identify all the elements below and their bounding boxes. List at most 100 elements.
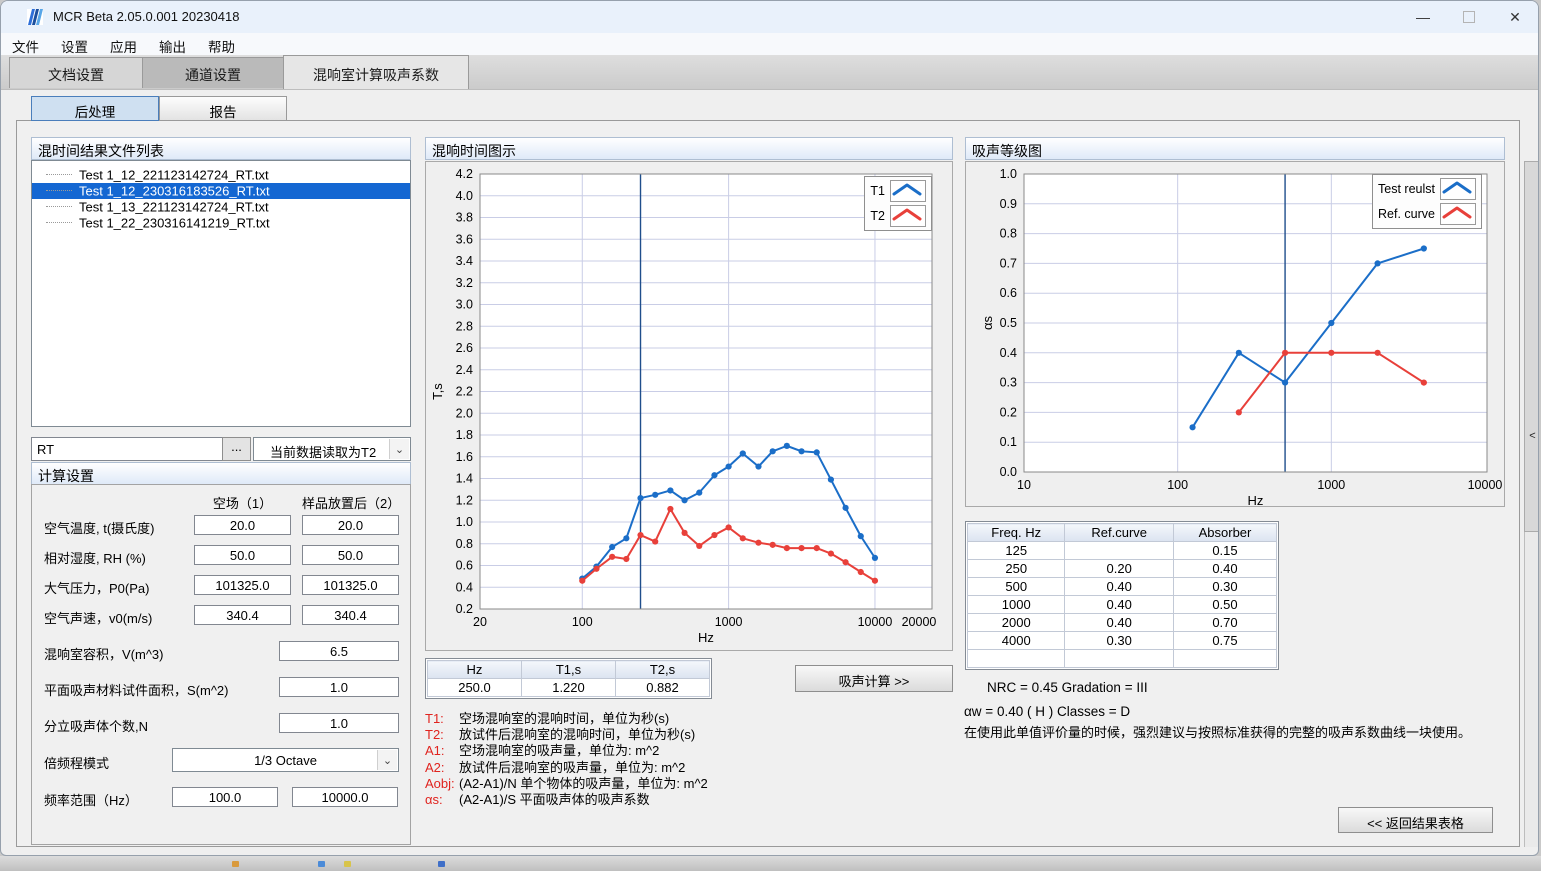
table-cell: 0.40 — [1065, 578, 1174, 596]
calc-row-label: 空气声速，v0(m/s) — [44, 608, 152, 627]
rt-chart-area[interactable]: 0.20.40.60.81.01.21.41.61.82.02.22.42.62… — [425, 161, 953, 651]
note-text: (A2-A1)/S 平面吸声体的吸声系数 — [459, 792, 650, 807]
maximize-button[interactable] — [1446, 1, 1492, 33]
menu-item-1[interactable]: 文件 — [1, 33, 50, 56]
calc-row: 空气温度, t(摄氏度) — [32, 515, 410, 535]
note-line: T1:空场混响室的混响时间，单位为秒(s) — [425, 711, 755, 727]
calc-input-with-sample[interactable] — [302, 575, 399, 595]
calc-input-field[interactable] — [279, 677, 399, 697]
octave-mode-combobox[interactable]: 1/3 Octave ⌄ — [172, 748, 399, 772]
absorption-chart-panel-title: 吸声等级图 — [965, 137, 1505, 160]
note-text: 放试件后混响室的吸声量，单位为: m^2 — [459, 760, 685, 775]
menu-item-2[interactable]: 设置 — [50, 33, 99, 56]
side-strip — [1524, 532, 1539, 847]
calc-input-field[interactable] — [279, 713, 399, 733]
calc-row-label: 相对湿度, RH (%) — [44, 548, 146, 567]
maximize-icon — [1463, 11, 1475, 23]
tab-1[interactable]: 文档设置 — [9, 57, 143, 88]
menu-item-3[interactable]: 应用 — [99, 33, 148, 56]
minimize-button[interactable]: — — [1400, 1, 1446, 33]
rt-result-file-list[interactable]: Test 1_12_221123142724_RT.txtTest 1_12_2… — [31, 160, 411, 427]
calc-row: 大气压力，P0(Pa) — [32, 575, 410, 595]
svg-text:0.4: 0.4 — [456, 580, 473, 594]
nrc-result-text: NRC = 0.45 Gradation = III — [987, 680, 1148, 695]
absorption-calc-button[interactable]: 吸声计算 >> — [795, 665, 953, 692]
list-item[interactable]: Test 1_22_230316141219_RT.txt — [32, 215, 410, 231]
table-cell — [1065, 650, 1174, 668]
legend-curve-icon — [890, 180, 926, 202]
table-cell: 0.30 — [1065, 632, 1174, 650]
freq-min-input[interactable] — [172, 787, 278, 807]
table-row: 250.01.2200.882 — [428, 679, 710, 697]
close-button[interactable]: ✕ — [1492, 1, 1538, 33]
octave-mode-label: 倍频程模式 — [44, 753, 109, 772]
column-header: T2,s — [616, 661, 710, 679]
svg-text:1.8: 1.8 — [456, 428, 473, 442]
freq-max-input[interactable] — [292, 787, 398, 807]
file-name: Test 1_12_230316183526_RT.txt — [79, 184, 270, 199]
taskbar-icon — [344, 861, 351, 867]
table-cell — [1173, 650, 1276, 668]
menu-item-5[interactable]: 帮助 — [197, 33, 246, 56]
tab-3[interactable]: 混响室计算吸声系数 — [283, 55, 469, 89]
svg-text:1.0: 1.0 — [1000, 167, 1017, 181]
subtab-2[interactable]: 报告 — [159, 96, 287, 121]
svg-text:0.9: 0.9 — [1000, 197, 1017, 211]
tab-2[interactable]: 通道设置 — [142, 57, 284, 88]
calc-input-with-sample[interactable] — [302, 605, 399, 625]
calc-row: 分立吸声体个数,N — [32, 713, 410, 733]
list-item[interactable]: Test 1_13_221123142724_RT.txt — [32, 199, 410, 215]
calc-input-empty-room[interactable] — [194, 515, 291, 535]
calc-row-label: 平面吸声材料试件面积，S(m^2) — [44, 680, 229, 699]
calc-input-with-sample[interactable] — [302, 545, 399, 565]
note-key: αs: — [425, 792, 455, 808]
table-cell: 1.220 — [522, 679, 616, 697]
legend-curve-icon — [1440, 178, 1476, 200]
data-read-combobox[interactable]: 当前数据读取为T2 ⌄ — [253, 437, 411, 461]
svg-text:0.1: 0.1 — [1000, 435, 1017, 449]
svg-text:20: 20 — [473, 615, 487, 629]
calc-input-empty-room[interactable] — [194, 545, 291, 565]
svg-text:100: 100 — [572, 615, 593, 629]
table-row: 20000.400.70 — [968, 614, 1277, 632]
absorption-chart-area[interactable]: 0.00.10.20.30.40.50.60.70.80.91.01010010… — [965, 161, 1505, 507]
calc-input-empty-room[interactable] — [194, 575, 291, 595]
svg-text:0.8: 0.8 — [456, 537, 473, 551]
list-item[interactable]: Test 1_12_230316183526_RT.txt — [32, 183, 410, 199]
freq-range-label: 频率范围（Hz） — [44, 790, 138, 809]
legend-item: Ref. curve — [1378, 203, 1476, 225]
rt-name-input[interactable] — [31, 437, 223, 461]
legend-label: Test reulst — [1378, 182, 1435, 196]
menu-item-4[interactable]: 输出 — [148, 33, 197, 56]
svg-text:10000: 10000 — [858, 615, 893, 629]
svg-text:2.4: 2.4 — [456, 363, 473, 377]
title-bar: MCR Beta 2.05.0.001 20230418 — ✕ — [1, 1, 1538, 33]
menu-bar: 文件设置应用输出帮助 — [1, 33, 1538, 55]
svg-text:1.2: 1.2 — [456, 493, 473, 507]
freq-range-row: 频率范围（Hz） — [32, 787, 410, 807]
taskbar-icon — [318, 861, 325, 867]
chevron-down-icon[interactable]: ⌄ — [377, 750, 397, 770]
window-controls: — ✕ — [1400, 1, 1538, 33]
rt-chart[interactable]: 0.20.40.60.81.01.21.41.61.82.02.22.42.62… — [426, 162, 954, 652]
collapse-panel-handle[interactable]: < — [1524, 161, 1539, 532]
legend-item: Test reulst — [1378, 178, 1476, 200]
table-row — [968, 650, 1277, 668]
svg-text:2.8: 2.8 — [456, 319, 473, 333]
subtab-1[interactable]: 后处理 — [31, 96, 159, 121]
back-to-results-button[interactable]: << 返回结果表格 — [1338, 807, 1493, 833]
note-key: T2: — [425, 727, 455, 743]
note-line: αs: (A2-A1)/S 平面吸声体的吸声系数 — [425, 792, 755, 808]
rt-value-table-wrap: HzT1,sT2,s250.01.2200.882 — [425, 658, 712, 699]
calc-input-field[interactable] — [279, 641, 399, 661]
browse-button[interactable]: ... — [222, 437, 251, 461]
svg-text:1000: 1000 — [1317, 478, 1345, 492]
svg-text:1.0: 1.0 — [456, 515, 473, 529]
calc-input-empty-room[interactable] — [194, 605, 291, 625]
calc-row: 空气声速，v0(m/s) — [32, 605, 410, 625]
svg-text:0.6: 0.6 — [1000, 286, 1017, 300]
calc-input-with-sample[interactable] — [302, 515, 399, 535]
chevron-down-icon[interactable]: ⌄ — [389, 439, 409, 459]
octave-mode-row: 倍频程模式 1/3 Octave ⌄ — [32, 750, 410, 770]
list-item[interactable]: Test 1_12_221123142724_RT.txt — [32, 167, 410, 183]
